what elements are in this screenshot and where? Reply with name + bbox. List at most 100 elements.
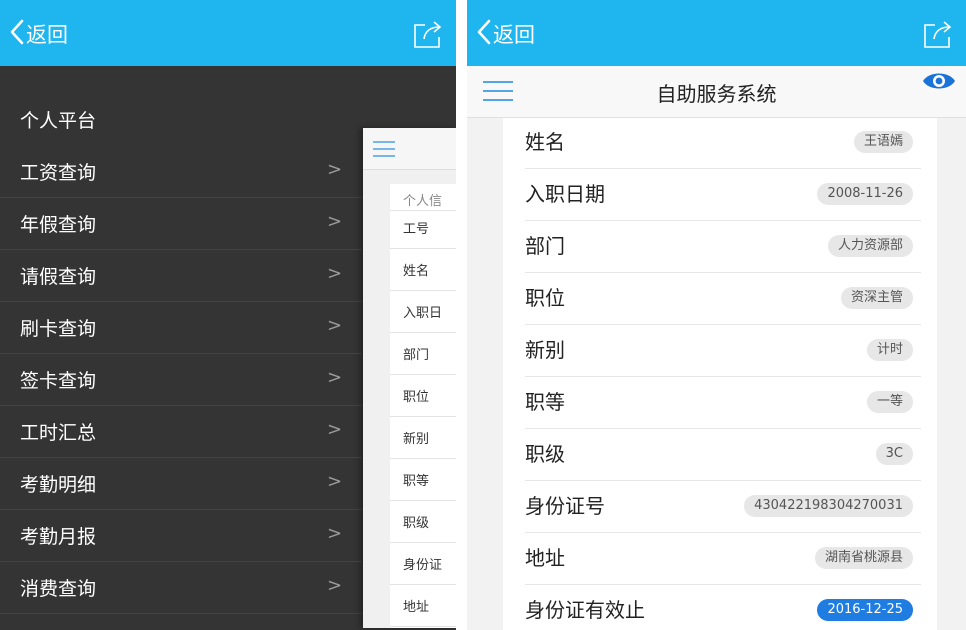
preview-row-label: 职等 bbox=[403, 474, 430, 489]
info-label: 新别 bbox=[525, 338, 565, 362]
chevron-right-icon: > bbox=[327, 315, 343, 336]
info-value-badge: 3C bbox=[875, 443, 913, 465]
chevron-right-icon: > bbox=[327, 419, 343, 440]
preview-row-label: 职级 bbox=[403, 516, 430, 531]
preview-row-label: 入职日 bbox=[403, 306, 443, 321]
menu-item-label: 考勤明细 bbox=[20, 474, 97, 496]
divider bbox=[390, 248, 456, 249]
info-value-badge: 湖南省桃源县 bbox=[814, 547, 913, 569]
right-screen: 返回 自助服务系统 姓名 王语嫣入职日期 2008-11-26 部门 人力资源部职位 资深… bbox=[467, 0, 966, 630]
info-label: 地址 bbox=[525, 546, 565, 570]
back-label: 返回 bbox=[26, 23, 68, 47]
chevron-right-icon: > bbox=[327, 159, 343, 180]
menu-item[interactable]: 工时汇总 > bbox=[0, 406, 362, 458]
preview-row-label: 身份证 bbox=[403, 558, 443, 573]
info-row: 地址 湖南省桃源县 bbox=[525, 533, 921, 585]
info-label: 职等 bbox=[525, 390, 565, 414]
menu-item[interactable]: 签卡查询 > bbox=[0, 354, 362, 406]
info-value-badge: 430422198304270031 bbox=[744, 495, 913, 517]
preview-row-label: 职位 bbox=[403, 390, 430, 405]
chevron-right-icon: > bbox=[327, 471, 343, 492]
info-value-badge: 2008-11-26 bbox=[817, 183, 913, 205]
menu-item-label: 考勤月报 bbox=[20, 526, 97, 548]
info-label: 姓名 bbox=[525, 130, 565, 154]
chevron-right-icon: > bbox=[327, 523, 343, 544]
menu-item[interactable]: 消费查询 > bbox=[0, 562, 362, 614]
back-button[interactable]: 返回 bbox=[477, 17, 535, 51]
info-value-badge: 2016-12-25 bbox=[817, 599, 913, 621]
divider bbox=[390, 542, 456, 543]
info-value-badge: 计时 bbox=[866, 339, 913, 361]
info-label: 入职日期 bbox=[525, 182, 605, 206]
preview-row-label: 姓名 bbox=[403, 264, 430, 279]
preview-row-label: 地址 bbox=[403, 600, 430, 615]
menu-item[interactable]: 工资查询 > bbox=[0, 146, 362, 198]
preview-row-label: 工号 bbox=[403, 222, 430, 237]
info-row: 职级 3C bbox=[525, 429, 921, 481]
employee-info-card: 姓名 王语嫣入职日期 2008-11-26 部门 人力资源部职位 资深主管新别 计时职等 一等… bbox=[503, 118, 937, 630]
menu-item[interactable]: 刷卡查询 > bbox=[0, 302, 362, 354]
info-label: 职级 bbox=[525, 442, 565, 466]
preview-body: 个人信工号姓名入职日部门职位新别职等职级身份证地址 bbox=[390, 184, 456, 628]
chevron-right-icon: > bbox=[327, 367, 343, 388]
chevron-right-icon: > bbox=[327, 575, 343, 596]
hamburger-icon bbox=[373, 140, 395, 158]
menu-item[interactable]: 考勤明细 > bbox=[0, 458, 362, 510]
page-title: 自助服务系统 bbox=[656, 82, 777, 106]
visibility-toggle-button[interactable] bbox=[922, 70, 956, 92]
eye-icon bbox=[922, 73, 956, 96]
main-page-preview[interactable]: 个人信工号姓名入职日部门职位新别职等职级身份证地址 bbox=[363, 128, 456, 628]
menu-item[interactable]: 年假查询 > bbox=[0, 198, 362, 250]
top-bar: 返回 bbox=[467, 0, 966, 66]
menu-item[interactable]: 请假查询 > bbox=[0, 250, 362, 302]
info-value-badge: 资深主管 bbox=[840, 287, 913, 309]
info-row: 入职日期 2008-11-26 bbox=[525, 169, 921, 221]
menu-item-label: 工时汇总 bbox=[20, 422, 97, 444]
menu-item-label: 工资查询 bbox=[20, 162, 97, 184]
info-label: 职位 bbox=[525, 286, 565, 310]
menu-item-label: 刷卡查询 bbox=[20, 318, 97, 340]
back-button[interactable]: 返回 bbox=[10, 17, 68, 51]
divider bbox=[390, 500, 456, 501]
info-row: 新别 计时 bbox=[525, 325, 921, 377]
info-value-badge: 一等 bbox=[866, 391, 913, 413]
preview-row-label: 个人信 bbox=[403, 194, 443, 209]
menu-item[interactable]: 考勤月报 > bbox=[0, 510, 362, 562]
info-label: 部门 bbox=[525, 234, 565, 258]
info-row: 职位 资深主管 bbox=[525, 273, 921, 325]
info-label: 身份证号 bbox=[525, 494, 605, 518]
preview-row-label: 新别 bbox=[403, 432, 430, 447]
info-row: 姓名 王语嫣 bbox=[525, 117, 921, 169]
preview-row-label: 部门 bbox=[403, 348, 430, 363]
preview-header bbox=[363, 128, 456, 170]
share-button[interactable] bbox=[412, 19, 444, 49]
info-value-badge: 王语嫣 bbox=[853, 131, 913, 153]
left-screen: 返回 个人平台 工资查询 > 年假查询 > 请假查询 > 刷卡查询 > 签卡查询 > 工时汇总 > 考勤… bbox=[0, 0, 456, 630]
menu-item-label: 请假查询 bbox=[20, 266, 97, 288]
info-value-badge: 人力资源部 bbox=[827, 235, 913, 257]
menu-item-label: 年假查询 bbox=[20, 214, 97, 236]
menu-header: 个人平台 bbox=[20, 110, 97, 132]
back-arrow-icon bbox=[10, 19, 26, 49]
chevron-right-icon: > bbox=[327, 263, 343, 284]
divider bbox=[390, 584, 456, 585]
chevron-right-icon: > bbox=[327, 211, 343, 232]
divider bbox=[390, 210, 456, 211]
page-header: 自助服务系统 bbox=[467, 66, 966, 118]
top-bar: 返回 bbox=[0, 0, 456, 66]
share-icon bbox=[412, 21, 444, 53]
back-arrow-icon bbox=[477, 19, 493, 49]
back-label: 返回 bbox=[493, 23, 535, 47]
menu-item-label: 消费查询 bbox=[20, 578, 97, 600]
info-row: 身份证有效止 2016-12-25 bbox=[525, 585, 921, 630]
divider bbox=[390, 290, 456, 291]
menu-item-label: 签卡查询 bbox=[20, 370, 97, 392]
info-label: 身份证有效止 bbox=[525, 598, 645, 622]
info-row: 职等 一等 bbox=[525, 377, 921, 429]
share-button[interactable] bbox=[922, 19, 954, 49]
divider bbox=[390, 458, 456, 459]
divider bbox=[390, 332, 456, 333]
divider bbox=[390, 374, 456, 375]
divider bbox=[390, 626, 456, 627]
info-row: 部门 人力资源部 bbox=[525, 221, 921, 273]
